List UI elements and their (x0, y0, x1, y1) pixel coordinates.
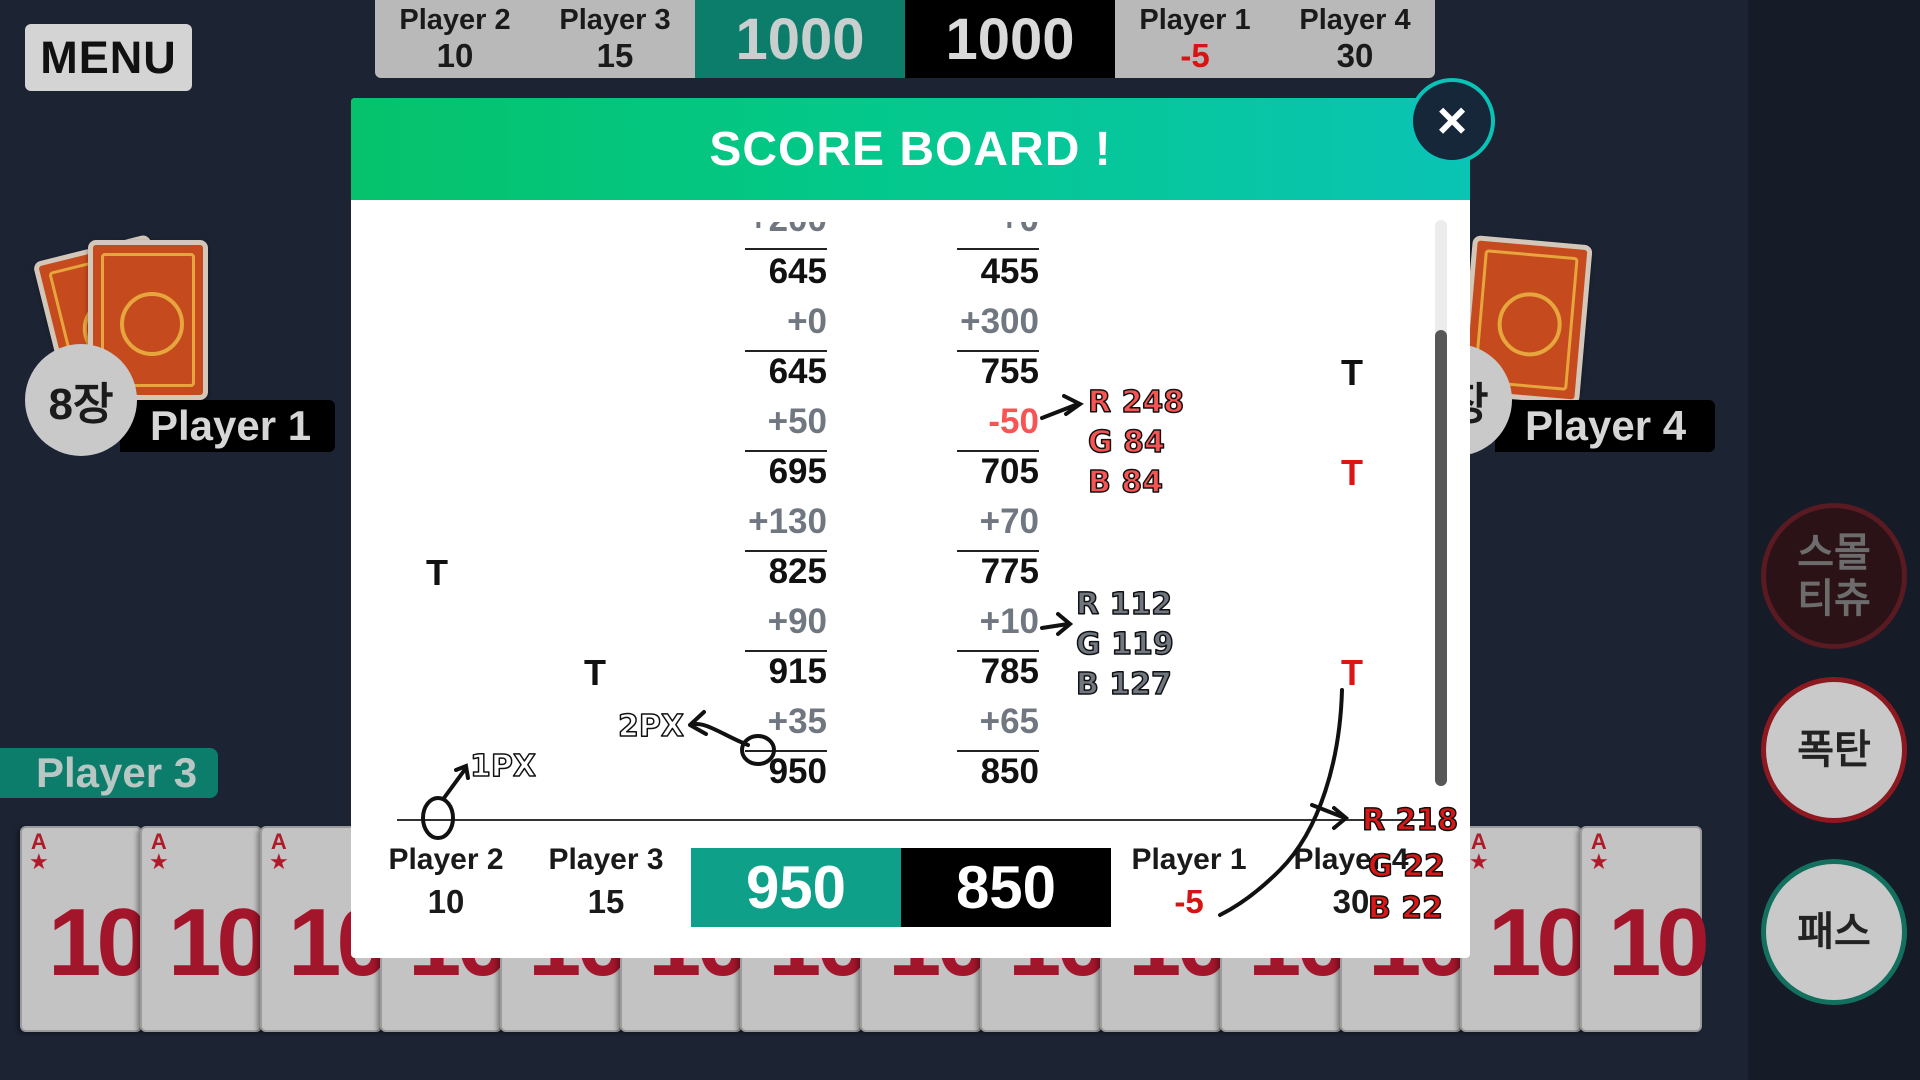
scoreboard-modal: SCORE BOARD ! +200645+0645+50695+130825+… (351, 98, 1470, 958)
score-underline (957, 248, 1039, 250)
score-total: 950 (768, 752, 827, 791)
score-delta: +10 (979, 602, 1039, 641)
score-delta: +0 (949, 222, 1039, 240)
close-button[interactable]: × (1409, 78, 1495, 164)
score-total: 825 (768, 552, 827, 591)
score-total: 755 (980, 352, 1039, 391)
score-total: 705 (980, 452, 1039, 491)
player-name: Player 1 (1131, 843, 1247, 876)
score-delta: +90 (767, 602, 827, 641)
score-delta: +65 (979, 702, 1039, 741)
score-total: 850 (980, 752, 1039, 791)
score-total: 775 (980, 552, 1039, 591)
player-name: Player 2 (388, 843, 504, 876)
score-divider (397, 819, 1427, 821)
score-total: 645 (768, 252, 827, 291)
player-score: 10 (427, 883, 465, 920)
tichu-marker: T (1341, 652, 1363, 693)
button-label-line: 스몰 (1797, 531, 1871, 575)
footer-player-1: Player 1 -5 (1114, 840, 1264, 924)
scoreboard-title: SCORE BOARD ! (351, 98, 1470, 200)
score-delta: +130 (748, 502, 827, 541)
player-name: Player 4 (1293, 843, 1409, 876)
score-delta: -50 (988, 402, 1039, 441)
player-score: 15 (587, 883, 625, 920)
score-delta: +35 (767, 702, 827, 741)
small-tichu-button[interactable]: 스몰 티츄 (1761, 503, 1907, 649)
score-total: 695 (768, 452, 827, 491)
score-delta: +300 (960, 302, 1039, 341)
score-delta: +0 (787, 302, 827, 341)
player-score: 30 (1332, 883, 1370, 920)
score-total: 915 (768, 652, 827, 691)
tichu-marker: T (584, 652, 606, 693)
score-history[interactable]: +200 645 +0 645 +50 695 +130 825 +90 915 +35 950 +0 4… (351, 222, 1431, 824)
scoreboard-totals: Player 2 10 Player 3 15 950 850 Player 1… (351, 840, 1470, 930)
scrollbar[interactable] (1435, 220, 1447, 786)
button-label-line: 티츄 (1797, 577, 1871, 621)
player-score: -5 (1174, 883, 1204, 920)
tichu-marker: T (1341, 452, 1363, 493)
score-delta: +200 (737, 222, 827, 240)
pass-button[interactable]: 패스 (1761, 859, 1907, 1005)
score-underline (745, 248, 827, 250)
tichu-marker: T (426, 552, 448, 593)
score-total: 645 (768, 352, 827, 391)
footer-player-2: Player 2 10 (371, 840, 521, 924)
footer-player-3: Player 3 15 (531, 840, 681, 924)
scrollbar-thumb[interactable] (1435, 330, 1447, 786)
score-delta: +70 (979, 502, 1039, 541)
bomb-button[interactable]: 폭탄 (1761, 677, 1907, 823)
player-name: Player 3 (548, 843, 664, 876)
footer-player-4: Player 4 30 (1276, 840, 1426, 924)
footer-team-b-total: 850 (901, 848, 1111, 927)
tichu-marker: T (1341, 352, 1363, 393)
footer-team-a-total: 950 (691, 848, 901, 927)
score-total: 455 (980, 252, 1039, 291)
score-total: 785 (980, 652, 1039, 691)
score-delta: +50 (767, 402, 827, 441)
